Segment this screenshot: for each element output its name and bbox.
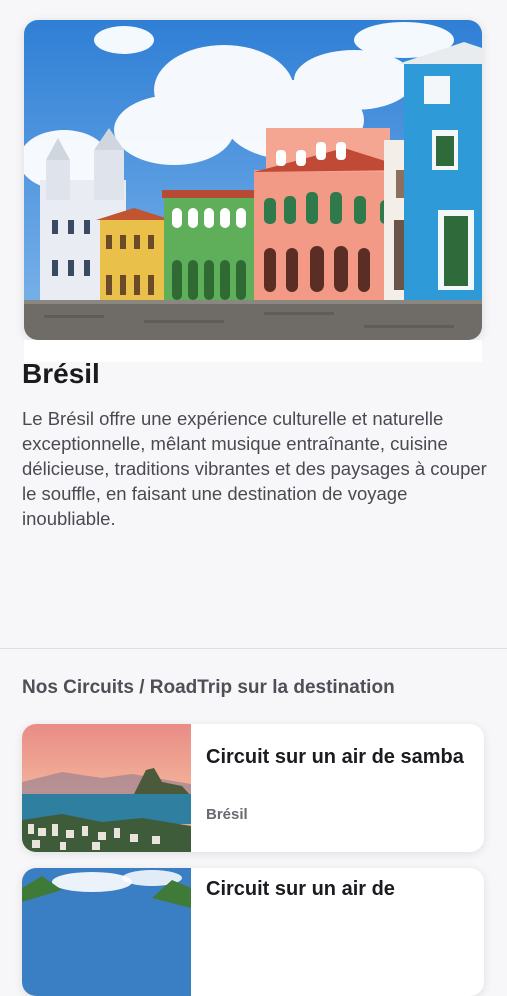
- destination-title: Brésil: [22, 358, 100, 389]
- circuit-card-country: Brésil: [206, 806, 248, 823]
- section-divider: [0, 648, 507, 649]
- circuits-section-title: Nos Circuits / RoadTrip sur la destinati…: [22, 677, 395, 698]
- circuit-card-title: Circuit sur un air de: [206, 878, 395, 900]
- circuit-thumbnail: [22, 724, 191, 852]
- circuit-card[interactable]: Circuit sur un air de: [22, 868, 484, 996]
- destination-hero-image: [24, 20, 482, 340]
- circuit-card[interactable]: Circuit sur un air de samba Brésil: [22, 724, 484, 852]
- destination-description: Le Brésil offre une expérience culturell…: [22, 408, 487, 529]
- circuit-thumbnail: [22, 868, 191, 996]
- circuit-card-title: Circuit sur un air de samba: [206, 746, 464, 768]
